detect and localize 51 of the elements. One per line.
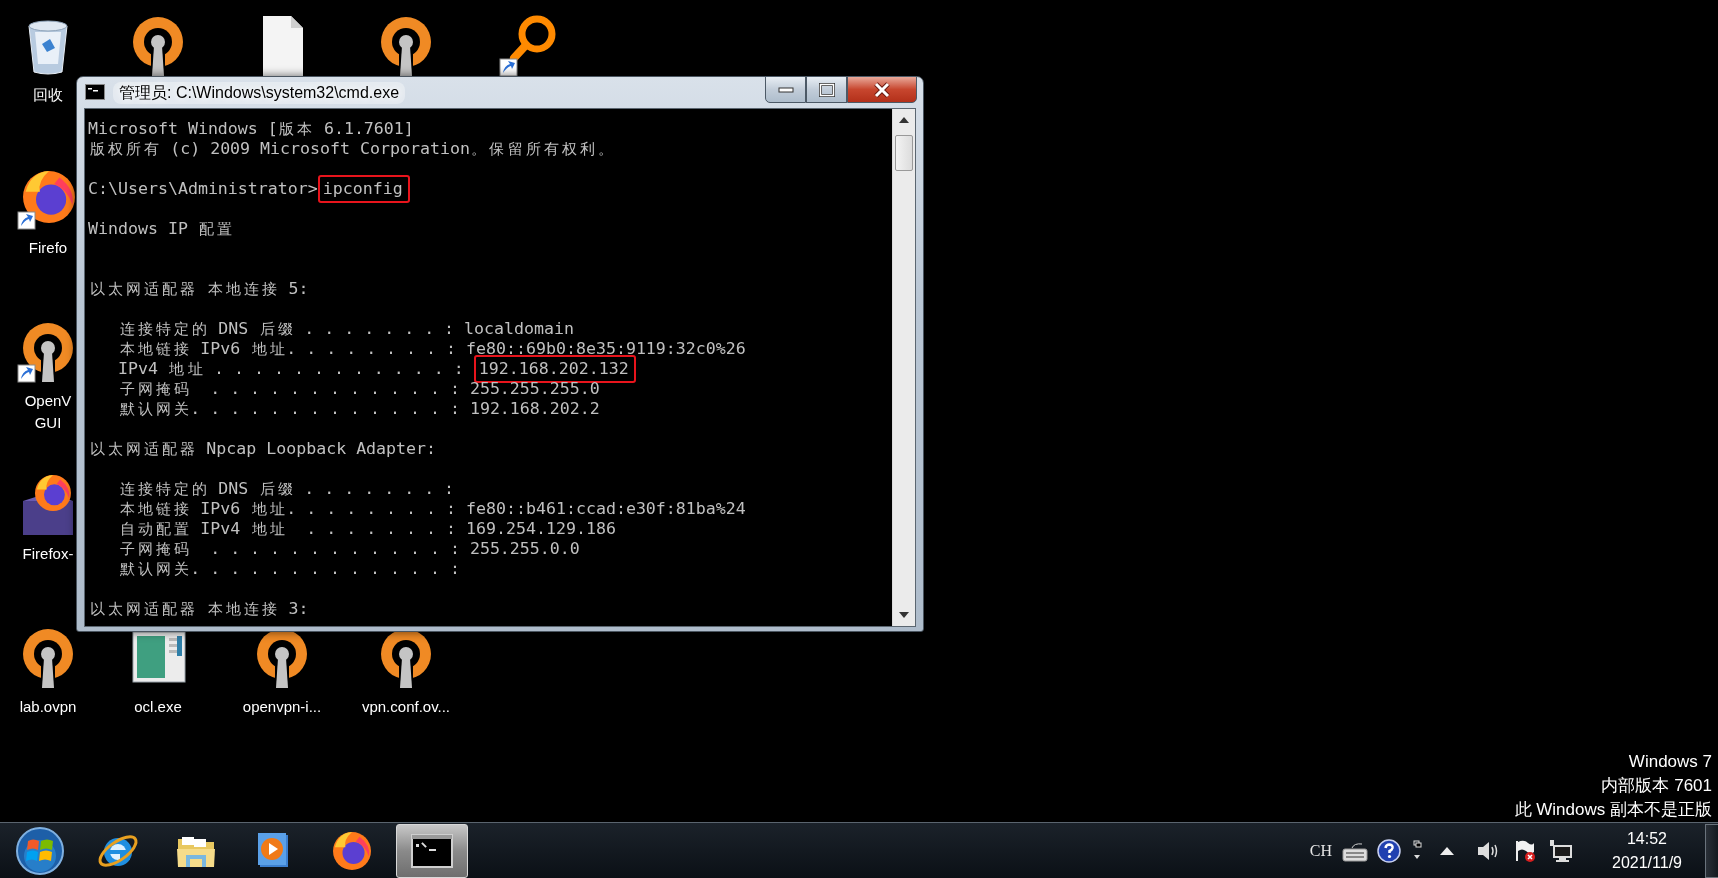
highlighted-text: 192.168.202.132	[473, 355, 636, 383]
console-line: 连接特定的 DNS 后缀 . . . . . . . :	[118, 479, 456, 499]
minimize-icon[interactable]	[777, 86, 794, 93]
up-arrow-icon[interactable]	[1440, 846, 1454, 855]
maximize-icon[interactable]	[818, 82, 835, 97]
notice-text: 内部版本 7601	[1601, 775, 1712, 797]
console-text: C:\Users\Administrator>	[88, 179, 318, 198]
icon-label[interactable]: openvpn-i...	[242, 696, 322, 718]
notice-text: Windows 7	[1628, 751, 1712, 773]
show-desktop-button[interactable]	[1705, 823, 1718, 878]
notice-text: 此 Windows 副本不是正版	[1514, 799, 1712, 821]
highlighted-text: ipconfig	[317, 175, 410, 203]
language-indicator[interactable]: CH	[1309, 841, 1332, 860]
help-icon[interactable]	[1377, 838, 1401, 863]
speaker-icon[interactable]	[1476, 839, 1500, 862]
console-line: 以太网适配器 Npcap Loopback Adapter:	[88, 439, 438, 459]
icon-label[interactable]: lab.ovpn	[19, 696, 77, 718]
console-line: Windows IP 配置	[88, 219, 234, 239]
console-line: 自动配置 IPv4 地址 . . . . . . . : 169.254.129.186	[118, 519, 617, 539]
flag-icon[interactable]	[1514, 838, 1536, 863]
icon-label[interactable]: Firefo	[28, 237, 68, 259]
console-line: 连接特定的 DNS 后缀 . . . . . . . : localdomain	[118, 319, 575, 339]
console-line: 版权所有 (c) 2009 Microsoft Corporation。保留所有权利。	[88, 139, 614, 159]
close-button[interactable]	[847, 76, 917, 103]
clock-time[interactable]: 14:52	[1626, 826, 1667, 851]
icon-label[interactable]: vpn.conf.ov...	[361, 696, 451, 718]
clock-date[interactable]: 2021/11/9	[1612, 850, 1682, 875]
icon-label[interactable]: Firefox-	[22, 543, 74, 565]
console-line: 子网掩码 . . . . . . . . . . . . : 255.255.0.0	[118, 539, 581, 559]
console-line: 默认网关. . . . . . . . . . . . . :	[118, 559, 461, 579]
windows-logo-icon	[15, 825, 65, 876]
icon-label[interactable]: GUI	[34, 412, 62, 434]
console-line: 本地链接 IPv6 地址. . . . . . . . : fe80::b461:ccad:e30f:81ba%24	[118, 499, 747, 519]
close-icon[interactable]	[873, 81, 891, 98]
taskbar-button[interactable]	[396, 823, 468, 878]
console-text: IPv4 地址 . . . . . . . . . . . . :	[116, 359, 465, 378]
icon-label[interactable]: OpenV	[24, 390, 72, 412]
network-icon[interactable]	[1548, 838, 1574, 863]
icon-label[interactable]: ocl.exe	[134, 696, 182, 718]
console-line: 以太网适配器 本地连接 5:	[88, 279, 310, 299]
scroll-thumb[interactable]	[895, 135, 913, 171]
console-line: Microsoft Windows [版本 6.1.7601]	[88, 119, 415, 139]
console-line: 以太网适配器 本地连接 3:	[88, 599, 310, 619]
console-icon	[85, 84, 105, 100]
minimize-button[interactable]	[765, 76, 806, 103]
console-line: 默认网关. . . . . . . . . . . . . : 192.168.202.2	[118, 399, 601, 419]
scroll-down-icon[interactable]	[899, 612, 909, 618]
scroll-up-icon[interactable]	[899, 117, 909, 123]
scrollbar[interactable]	[892, 109, 915, 626]
icon-label[interactable]: 回收	[33, 84, 63, 106]
maximize-button[interactable]	[806, 76, 847, 103]
